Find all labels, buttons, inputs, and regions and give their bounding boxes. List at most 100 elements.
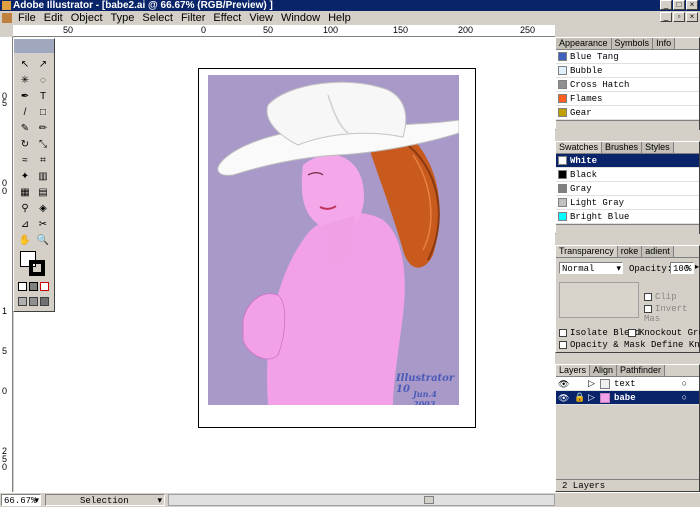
menu-select[interactable]: Select	[138, 12, 177, 24]
swatch-row[interactable]: Gray	[556, 182, 699, 196]
menu-filter[interactable]: Filter	[177, 12, 209, 24]
tab-symbols[interactable]: Symbols	[611, 38, 654, 49]
opacity-stepper-icon[interactable]: ▸	[695, 262, 699, 271]
tab-stroke[interactable]: roke	[617, 246, 643, 257]
eye-icon[interactable]: 👁	[558, 392, 569, 404]
maximize-button[interactable]: □	[673, 0, 685, 10]
menu-object[interactable]: Object	[67, 12, 107, 24]
color-mode-icon[interactable]	[18, 282, 27, 291]
clip-option[interactable]: Clip	[644, 292, 677, 302]
standard-screen-icon[interactable]	[18, 297, 27, 306]
layer-row[interactable]: 👁 🔒 ▷ babe ○	[556, 391, 699, 405]
menu-file[interactable]: File	[14, 12, 40, 24]
gradient-tool-icon[interactable]: ▤	[35, 185, 51, 201]
rectangle-tool-icon[interactable]: □	[35, 105, 51, 121]
status-tool-display[interactable]: Selection ▾	[45, 494, 165, 506]
eye-icon[interactable]: 👁	[558, 378, 569, 390]
pen-tool-icon[interactable]: ✒	[17, 89, 33, 105]
zoom-tool-icon[interactable]: 🔍	[35, 233, 51, 249]
ruler-tick: 200	[458, 25, 474, 35]
opacity-mask-option[interactable]: Opacity & Mask Define Knockout	[559, 340, 700, 350]
swatch-row[interactable]: Black	[556, 168, 699, 182]
graph-tool-icon[interactable]: ▥	[35, 169, 51, 185]
symbol-sprayer-icon[interactable]: ✦	[17, 169, 33, 185]
scroll-thumb[interactable]	[424, 496, 434, 504]
minimize-button[interactable]: _	[660, 0, 672, 10]
menu-view[interactable]: View	[245, 12, 277, 24]
blend-mode-select[interactable]: Normal ▾	[559, 262, 623, 274]
expand-arrow-icon[interactable]: ▷	[588, 391, 595, 404]
tab-pathfinder[interactable]: Pathfinder	[617, 365, 666, 376]
artwork-illustration[interactable]: Illustrator 10 Jun.4 2003	[208, 75, 459, 405]
gradient-mode-icon[interactable]	[29, 282, 38, 291]
list-item[interactable]: Flames	[556, 92, 699, 106]
target-icon[interactable]: ○	[682, 391, 687, 404]
magic-wand-icon[interactable]: ✳	[17, 73, 33, 89]
tab-brushes[interactable]: Brushes	[602, 142, 643, 153]
mesh-tool-icon[interactable]: ▦	[17, 185, 33, 201]
rotate-tool-icon[interactable]: ↻	[17, 137, 33, 153]
tab-transparency[interactable]: Transparency	[556, 246, 618, 257]
paintbrush-icon[interactable]: ✎	[17, 121, 33, 137]
lasso-icon[interactable]: ◌	[35, 73, 51, 89]
symbol-thumbnail	[558, 52, 567, 61]
warp-tool-icon[interactable]: ≈	[17, 153, 33, 169]
eyedropper-icon[interactable]: ⚲	[17, 201, 33, 217]
type-tool-icon[interactable]: T	[35, 89, 51, 105]
free-transform-icon[interactable]: ⌗	[35, 153, 51, 169]
pencil-icon[interactable]: ✏	[35, 121, 51, 137]
menu-window[interactable]: Window	[277, 12, 324, 24]
horizontal-scrollbar[interactable]	[168, 494, 555, 506]
clip-checkbox[interactable]	[644, 292, 652, 301]
doc-minimize-button[interactable]: _	[660, 12, 672, 22]
stroke-color-icon[interactable]	[29, 260, 45, 276]
zoom-field[interactable]: 66.67% ▾	[1, 494, 41, 506]
tab-appearance[interactable]: Appearance	[556, 38, 612, 49]
full-screen-menu-icon[interactable]	[29, 297, 38, 306]
tab-info[interactable]: Info	[653, 38, 676, 49]
expand-arrow-icon[interactable]: ▷	[588, 377, 595, 390]
selection-tool-icon[interactable]: ↖	[17, 57, 33, 73]
close-button[interactable]: ×	[686, 0, 698, 10]
layer-row[interactable]: 👁 ▷ text ○	[556, 377, 699, 391]
swatch-row[interactable]: White	[556, 154, 699, 168]
menu-edit[interactable]: Edit	[40, 12, 67, 24]
swatch-row[interactable]: Bright Blue	[556, 210, 699, 224]
opacity-mask-checkbox[interactable]	[559, 340, 567, 349]
line-tool-icon[interactable]: /	[17, 105, 33, 121]
menu-doc-icon[interactable]	[2, 13, 12, 23]
menu-effect[interactable]: Effect	[209, 12, 245, 24]
scissors-icon[interactable]: ✂	[35, 217, 51, 233]
invert-option[interactable]: Invert Mas	[644, 304, 699, 324]
list-item[interactable]: Cross Hatch	[556, 78, 699, 92]
mask-thumbnail[interactable]	[559, 282, 639, 318]
menu-type[interactable]: Type	[107, 12, 139, 24]
invert-checkbox[interactable]	[644, 304, 652, 313]
scale-tool-icon[interactable]: ⤡	[35, 137, 51, 153]
blend-tool-icon[interactable]: ◈	[35, 201, 51, 217]
list-item[interactable]: Blue Tang	[556, 50, 699, 64]
direct-selection-tool-icon[interactable]: ↗	[35, 57, 51, 73]
tab-layers[interactable]: Layers	[556, 365, 591, 376]
ruler-tick: 1	[2, 306, 8, 316]
knockout-checkbox[interactable]	[628, 328, 636, 337]
list-item[interactable]: Gear	[556, 106, 699, 120]
tab-swatches[interactable]: Swatches	[556, 142, 603, 153]
menu-help[interactable]: Help	[324, 12, 355, 24]
none-mode-icon[interactable]	[40, 282, 49, 291]
doc-close-button[interactable]: ×	[686, 12, 698, 22]
list-item[interactable]: Bubble	[556, 64, 699, 78]
full-screen-icon[interactable]	[40, 297, 49, 306]
isolate-checkbox[interactable]	[559, 328, 567, 337]
window-controls: _ □ ×	[660, 0, 698, 10]
knockout-option[interactable]: Knockout Group	[628, 328, 700, 338]
lock-icon[interactable]: 🔒	[574, 391, 585, 404]
hand-tool-icon[interactable]: ✋	[17, 233, 33, 249]
tab-styles[interactable]: Styles	[642, 142, 674, 153]
doc-restore-button[interactable]: ▫	[673, 12, 685, 22]
tab-gradient[interactable]: adient	[642, 246, 674, 257]
target-icon[interactable]: ○	[682, 377, 687, 390]
tab-align[interactable]: Align	[590, 365, 618, 376]
slice-tool-icon[interactable]: ⊿	[17, 217, 33, 233]
swatch-row[interactable]: Light Gray	[556, 196, 699, 210]
